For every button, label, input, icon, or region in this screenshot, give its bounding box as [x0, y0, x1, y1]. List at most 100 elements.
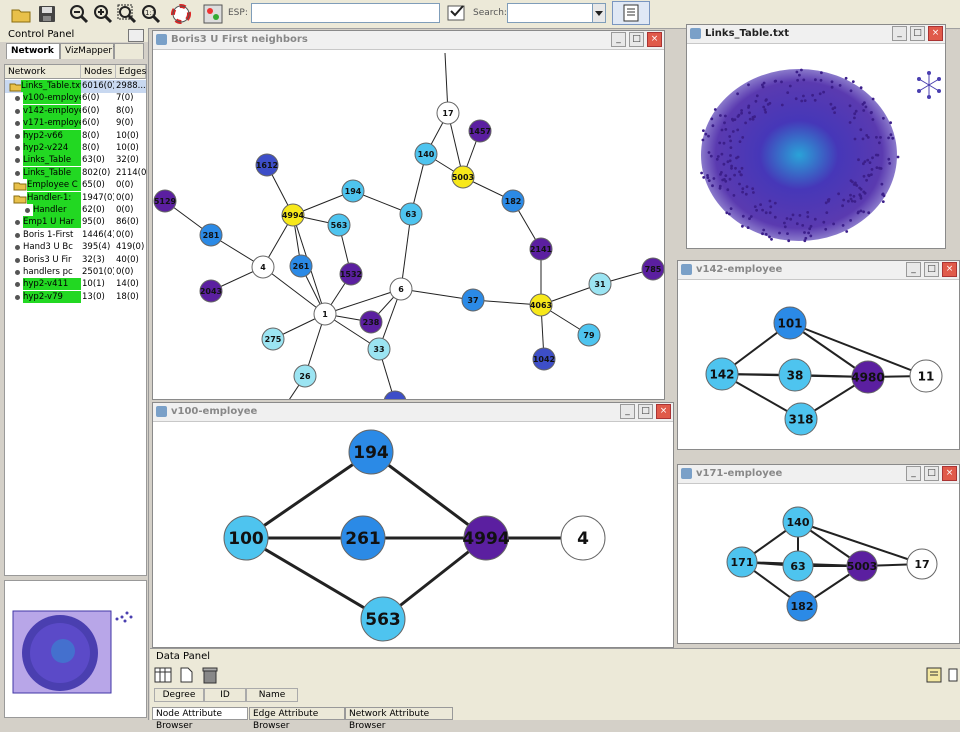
graph-node-17[interactable]: 17: [436, 101, 460, 125]
tab-node-attribute-browser[interactable]: Node Attribute Browser: [152, 707, 248, 731]
graph-node-785[interactable]: 785: [641, 257, 664, 281]
graph-node-37[interactable]: 37: [461, 288, 485, 312]
tab-network-attribute-browser[interactable]: Network Attribute Browser: [345, 707, 453, 731]
close-icon[interactable]: ×: [647, 32, 662, 47]
esp-input[interactable]: [251, 3, 440, 23]
graph-node-4[interactable]: 4: [251, 255, 275, 279]
minimize-icon[interactable]: _: [906, 466, 921, 481]
graph-node-140[interactable]: 140: [414, 142, 438, 166]
folder-icon[interactable]: [13, 180, 27, 192]
graph-node-318[interactable]: 318: [784, 402, 818, 436]
layout-icon[interactable]: [202, 3, 224, 25]
close-icon[interactable]: ×: [928, 26, 943, 41]
trash-icon[interactable]: [202, 666, 218, 684]
search-dropdown-button[interactable]: [592, 3, 606, 23]
search-input[interactable]: [507, 3, 593, 23]
table-select-icon[interactable]: [154, 667, 172, 683]
window-titlebar[interactable]: v171-employee _ □ ×: [678, 465, 959, 484]
close-icon[interactable]: ×: [942, 262, 957, 277]
network-row[interactable]: hyp2-v66 8(0) 10(0): [5, 129, 146, 143]
float-panel-icon[interactable]: [948, 667, 958, 683]
network-row[interactable]: Hand3 U Bc 395(4) 419(0): [5, 241, 146, 254]
window-titlebar[interactable]: Links_Table.txt _ □ ×: [687, 25, 945, 44]
graph-node-275[interactable]: 275: [261, 327, 285, 351]
graph-node-4[interactable]: 4: [560, 515, 606, 561]
graph-node-4063[interactable]: 4063: [529, 293, 553, 317]
window-v100-employee[interactable]: v100-employee _ □ × 194 100 261 4994 4 563: [152, 402, 674, 648]
column-id[interactable]: ID: [204, 688, 246, 702]
network-canvas[interactable]: [687, 43, 945, 248]
graph-node-182[interactable]: 182: [786, 590, 818, 622]
graph-node-26[interactable]: 26: [293, 364, 317, 388]
graph-node-63[interactable]: 63: [399, 202, 423, 226]
graph-node-182[interactable]: 182: [501, 189, 525, 213]
graph-node-261[interactable]: 261: [340, 515, 386, 561]
new-attribute-icon[interactable]: [178, 667, 194, 683]
network-row[interactable]: hyp2-v411 10(1) 14(0): [5, 278, 146, 291]
network-row[interactable]: hyp2-v224 8(0) 10(0): [5, 142, 146, 155]
network-row[interactable]: Handler 62(0) 0(0): [5, 204, 146, 217]
graph-node-140[interactable]: 140: [782, 506, 814, 538]
graph-node-4994[interactable]: 4994: [462, 515, 510, 561]
network-row[interactable]: Links_Table.txt 6016(0) 2988...: [5, 80, 146, 93]
maximize-icon[interactable]: □: [629, 32, 644, 47]
network-row[interactable]: Boris3 U Fir 32(3) 40(0): [5, 254, 146, 267]
network-canvas[interactable]: 140 171 63 5003 17 182: [678, 483, 959, 643]
column-degree[interactable]: Degree: [154, 688, 204, 702]
network-row[interactable]: v100-employee6(0) 7(0): [5, 92, 146, 105]
column-network[interactable]: Network: [5, 65, 81, 79]
network-overview[interactable]: [4, 580, 147, 718]
column-nodes[interactable]: Nodes: [81, 65, 116, 79]
maximize-icon[interactable]: □: [924, 466, 939, 481]
zoom-in-icon[interactable]: [92, 3, 114, 25]
graph-node-79[interactable]: 79: [577, 323, 601, 347]
graph-node-281[interactable]: 281: [199, 223, 223, 247]
network-row[interactable]: Links_Table 63(0) 32(0): [5, 154, 146, 167]
graph-node-1612[interactable]: 1612: [255, 153, 279, 177]
folder-icon[interactable]: [13, 193, 27, 205]
save-disk-icon[interactable]: [36, 3, 58, 25]
graph-node-142[interactable]: 142: [705, 357, 739, 391]
graph-node-194[interactable]: 194: [341, 179, 365, 203]
minimize-icon[interactable]: _: [906, 262, 921, 277]
graph-node-1[interactable]: 1: [313, 302, 337, 326]
graph-node-1532[interactable]: 1532: [339, 262, 363, 286]
graph-node-33[interactable]: 33: [367, 337, 391, 361]
graph-node-31[interactable]: 31: [588, 272, 612, 296]
graph-node-1457[interactable]: 1457: [468, 119, 492, 143]
open-folder-icon[interactable]: [10, 3, 32, 25]
graph-node-2141[interactable]: 2141: [529, 237, 553, 261]
window-boris-neighbors[interactable]: Boris3 U First neighbors _ □ × 17 1457 140…: [152, 30, 665, 400]
undock-icon[interactable]: [128, 29, 144, 42]
window-v171-employee[interactable]: v171-employee _ □ × 140 171 63 5003 17 182: [677, 464, 960, 644]
graph-node-4994[interactable]: 4994: [281, 203, 305, 227]
minimize-icon[interactable]: _: [620, 404, 635, 419]
network-row[interactable]: Handler-1: 1947(0) 0(0): [5, 191, 146, 205]
zoom-out-icon[interactable]: [68, 3, 90, 25]
network-row[interactable]: v142-employee6(0) 8(0): [5, 104, 146, 118]
network-row[interactable]: Emp1 U Har 95(0) 86(0): [5, 216, 146, 229]
graph-node-261[interactable]: 261: [289, 254, 313, 278]
graph-node-4980[interactable]: 4980: [851, 360, 885, 394]
tab-network[interactable]: Network: [6, 43, 60, 59]
tab-scroll[interactable]: [114, 43, 144, 59]
graph-node-194[interactable]: 194: [348, 429, 394, 475]
close-icon[interactable]: ×: [656, 404, 671, 419]
close-icon[interactable]: ×: [942, 466, 957, 481]
graph-node-563[interactable]: 563: [327, 213, 351, 237]
maximize-icon[interactable]: □: [638, 404, 653, 419]
minimize-icon[interactable]: _: [611, 32, 626, 47]
graph-node-231[interactable]: 231: [383, 390, 407, 399]
network-row[interactable]: Employee C 65(0) 0(0): [5, 179, 146, 192]
graph-node-563[interactable]: 563: [360, 596, 406, 642]
graph-node-5129[interactable]: 5129: [153, 189, 177, 213]
graph-node-63[interactable]: 63: [782, 550, 814, 582]
graph-node-5003[interactable]: 5003: [451, 165, 475, 189]
export-icon[interactable]: [926, 667, 942, 683]
zoom-actual-icon[interactable]: 1:1: [140, 3, 162, 25]
graph-node-171[interactable]: 171: [726, 546, 758, 578]
network-canvas[interactable]: 101 142 38 4980 11 318: [678, 279, 959, 449]
graph-node-11[interactable]: 11: [909, 359, 943, 393]
network-canvas[interactable]: 194 100 261 4994 4 563: [153, 421, 673, 647]
network-row[interactable]: v171-employee6(0) 9(0): [5, 117, 146, 130]
